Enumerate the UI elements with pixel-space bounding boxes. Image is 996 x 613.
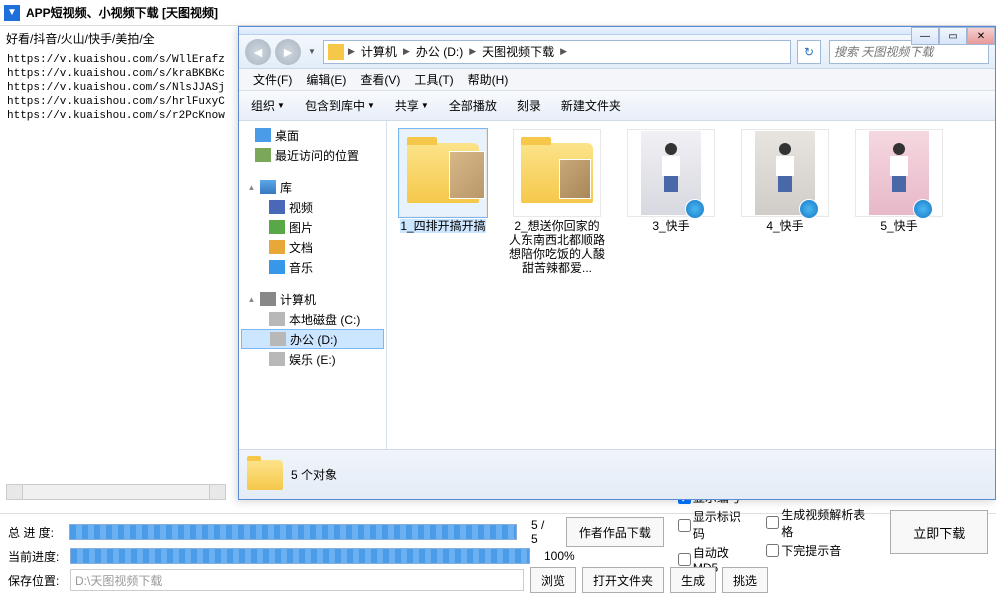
pick-button[interactable]: 挑选 [722,567,768,593]
scroll-right-btn[interactable] [209,485,225,499]
generate-button[interactable]: 生成 [670,567,716,593]
folder-icon [247,460,283,490]
toolbar-burn[interactable]: 刻录 [513,95,545,116]
folder-icon [328,44,344,60]
author-download-button[interactable]: 作者作品下载 [566,517,664,547]
toolbar-organize[interactable]: 组织▼ [247,95,289,116]
breadcrumb-drive[interactable]: 办公 (D:) [412,41,467,63]
save-location-input[interactable] [70,569,524,591]
toolbar-include[interactable]: 包含到库中▼ [301,95,379,116]
close-button[interactable]: ✕ [967,27,995,45]
menu-file[interactable]: 文件(F) [247,69,298,90]
explorer-statusbar: 5 个对象 [239,449,995,499]
tree-desktop[interactable]: 桌面 [239,125,386,145]
open-folder-button[interactable]: 打开文件夹 [582,567,664,593]
menu-tools[interactable]: 工具(T) [408,69,459,90]
tree-drive-e[interactable]: 娱乐 (E:) [239,349,386,369]
back-button[interactable]: ◄ [245,39,271,65]
video-badge-icon [799,199,819,219]
checkbox-gen-table[interactable]: 生成视频解析表格 [766,506,874,540]
explorer-menubar: 文件(F) 编辑(E) 查看(V) 工具(T) 帮助(H) [239,69,995,91]
checkbox-done-sound[interactable]: 下完提示音 [766,542,874,559]
status-text: 5 个对象 [291,466,337,483]
file-item-video-5[interactable]: 5_快手 [851,129,947,233]
explorer-toolbar: 组织▼ 包含到库中▼ 共享▼ 全部播放 刻录 新建文件夹 [239,91,995,121]
scroll-left-btn[interactable] [7,485,23,499]
file-item-video-3[interactable]: 3_快手 [623,129,719,233]
tree-recent[interactable]: 最近访问的位置 [239,145,386,165]
chevron-right-icon[interactable]: ▶ [346,46,357,57]
toolbar-newfolder[interactable]: 新建文件夹 [557,95,625,116]
explorer-content[interactable]: 1_四排开搞开搞 2_想送你回家的人东南西北都顺路想陪你吃饭的人酸甜苦辣都爱..… [387,121,995,499]
tree-pictures[interactable]: 图片 [239,217,386,237]
app-icon: ▼ [4,5,20,21]
tree-drive-d[interactable]: 办公 (D:) [241,329,384,349]
tree-documents[interactable]: 文档 [239,237,386,257]
explorer-window: — ▭ ✕ ◄ ► ▼ ▶ 计算机 ▶ 办公 (D:) ▶ 天图视频下载 ▶ ↻… [238,26,996,500]
save-location-label: 保存位置: [8,572,64,589]
explorer-tree[interactable]: 桌面 最近访问的位置 ▲库 视频 图片 文档 音乐 ▲计算机 本地磁盘 (C:)… [239,121,387,499]
explorer-titlebar[interactable] [239,27,995,35]
minimize-button[interactable]: — [911,27,939,45]
menu-view[interactable]: 查看(V) [354,69,406,90]
chevron-right-icon[interactable]: ▶ [467,46,478,57]
tab-list[interactable]: 好看/抖音/火山/快手/美拍/全 [6,30,155,47]
refresh-button[interactable]: ↻ [797,40,821,64]
total-progress-label: 总 进 度: [8,524,63,541]
browse-button[interactable]: 浏览 [530,567,576,593]
chevron-right-icon[interactable]: ▶ [558,46,569,57]
forward-button[interactable]: ► [275,39,301,65]
file-item-folder-1[interactable]: 1_四排开搞开搞 [395,129,491,233]
download-now-button[interactable]: 立即下载 [890,510,988,554]
total-progress-text: 5 / 5 [531,518,554,546]
video-badge-icon [913,199,933,219]
app-titlebar: ▼ APP短视频、小视频下载 [天图视频] [0,0,996,26]
tree-libraries[interactable]: ▲库 [239,177,386,197]
url-textarea[interactable]: https://v.kuaishou.com/s/WllErafz https:… [6,52,226,482]
file-item-folder-2[interactable]: 2_想送你回家的人东南西北都顺路想陪你吃饭的人酸甜苦辣都爱... [509,129,605,275]
current-progress-label: 当前进度: [8,548,64,565]
menu-help[interactable]: 帮助(H) [462,69,515,90]
explorer-nav: ◄ ► ▼ ▶ 计算机 ▶ 办公 (D:) ▶ 天图视频下载 ▶ ↻ [239,35,995,69]
breadcrumb-folder[interactable]: 天图视频下载 [478,41,558,63]
tree-videos[interactable]: 视频 [239,197,386,217]
history-dropdown[interactable]: ▼ [305,42,319,62]
bottom-panel: 总 进 度: 5 / 5 作者作品下载 显示编号 显示标识码 自动改MD5 生成… [0,513,996,613]
tree-drive-c[interactable]: 本地磁盘 (C:) [239,309,386,329]
toolbar-playall[interactable]: 全部播放 [445,95,501,116]
current-progress-text: 100% [544,549,575,563]
tree-music[interactable]: 音乐 [239,257,386,277]
breadcrumb-computer[interactable]: 计算机 [357,41,401,63]
file-item-video-4[interactable]: 4_快手 [737,129,833,233]
toolbar-share[interactable]: 共享▼ [391,95,433,116]
scrollbar-horizontal[interactable] [6,484,226,500]
checkbox-show-mark[interactable]: 显示标识码 [678,508,752,542]
maximize-button[interactable]: ▭ [939,27,967,45]
chevron-right-icon[interactable]: ▶ [401,46,412,57]
tree-computer[interactable]: ▲计算机 [239,289,386,309]
app-title: APP短视频、小视频下载 [天图视频] [26,4,218,21]
current-progress-bar [70,548,530,564]
video-badge-icon [685,199,705,219]
breadcrumb[interactable]: ▶ 计算机 ▶ 办公 (D:) ▶ 天图视频下载 ▶ [323,40,791,64]
total-progress-bar [69,524,517,540]
menu-edit[interactable]: 编辑(E) [300,69,352,90]
